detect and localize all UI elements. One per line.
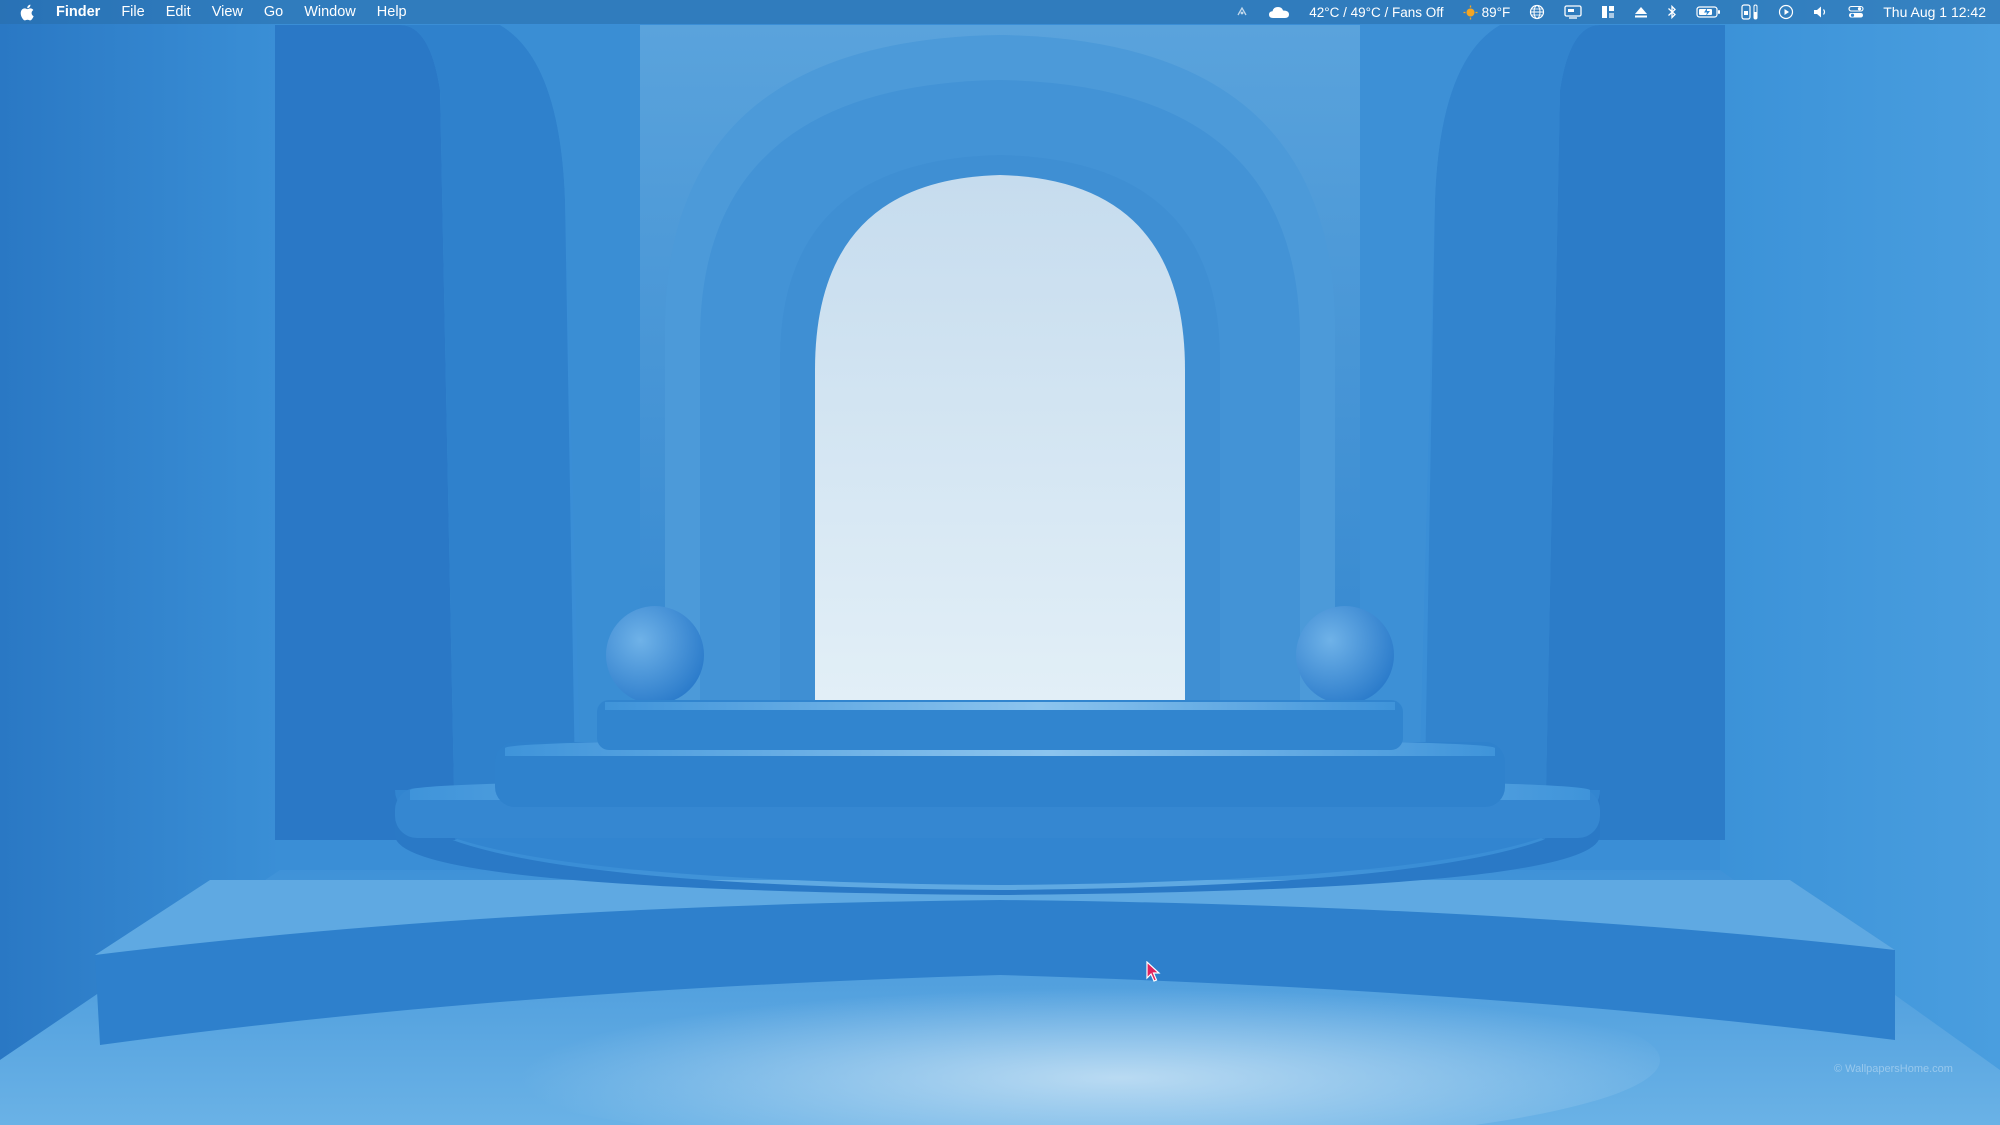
battery-icon[interactable] xyxy=(1696,0,1722,24)
bluetooth-icon[interactable] xyxy=(1667,0,1677,24)
snippets-icon[interactable] xyxy=(1235,0,1249,24)
menu-help[interactable]: Help xyxy=(377,4,407,20)
menu-bar-left: Finder File Edit View Go Window Help xyxy=(20,0,428,24)
menu-view[interactable]: View xyxy=(212,4,243,20)
menu-app-finder[interactable]: Finder xyxy=(56,4,100,20)
play-icon[interactable] xyxy=(1778,0,1794,24)
volume-icon[interactable] xyxy=(1813,0,1829,24)
menu-edit[interactable]: Edit xyxy=(166,4,191,20)
eject-icon[interactable] xyxy=(1634,0,1648,24)
menu-bar-clock[interactable]: Thu Aug 1 12:42 xyxy=(1883,0,1986,24)
mouse-cursor-icon xyxy=(1146,961,1161,982)
menu-go[interactable]: Go xyxy=(264,4,283,20)
wallpaper xyxy=(0,0,2000,1125)
menu-file[interactable]: File xyxy=(121,4,144,20)
layout-icon[interactable] xyxy=(1601,0,1615,24)
wallpaper-watermark: © WallpapersHome.com xyxy=(1834,1063,1953,1075)
weather-widget[interactable]: 89°F xyxy=(1463,0,1511,24)
display-icon[interactable] xyxy=(1564,0,1582,24)
desktop[interactable]: Finder File Edit View Go Window Help 42°… xyxy=(0,0,2000,1125)
menu-bar-status-area: 42°C / 49°C / Fans Off 89°F Thu Aug 1 12… xyxy=(1216,0,1986,24)
menu-window[interactable]: Window xyxy=(304,4,356,20)
control-center-icon[interactable] xyxy=(1848,0,1864,24)
fan-status-readout[interactable]: 42°C / 49°C / Fans Off xyxy=(1309,0,1443,24)
phone-battery-icon[interactable] xyxy=(1741,0,1759,24)
apple-logo-icon[interactable] xyxy=(20,3,36,21)
weather-temperature: 89°F xyxy=(1481,4,1511,20)
sun-icon xyxy=(1463,5,1478,20)
cloud-icon[interactable] xyxy=(1268,0,1290,24)
menu-bar: Finder File Edit View Go Window Help 42°… xyxy=(0,0,2000,24)
globe-icon[interactable] xyxy=(1529,0,1545,24)
